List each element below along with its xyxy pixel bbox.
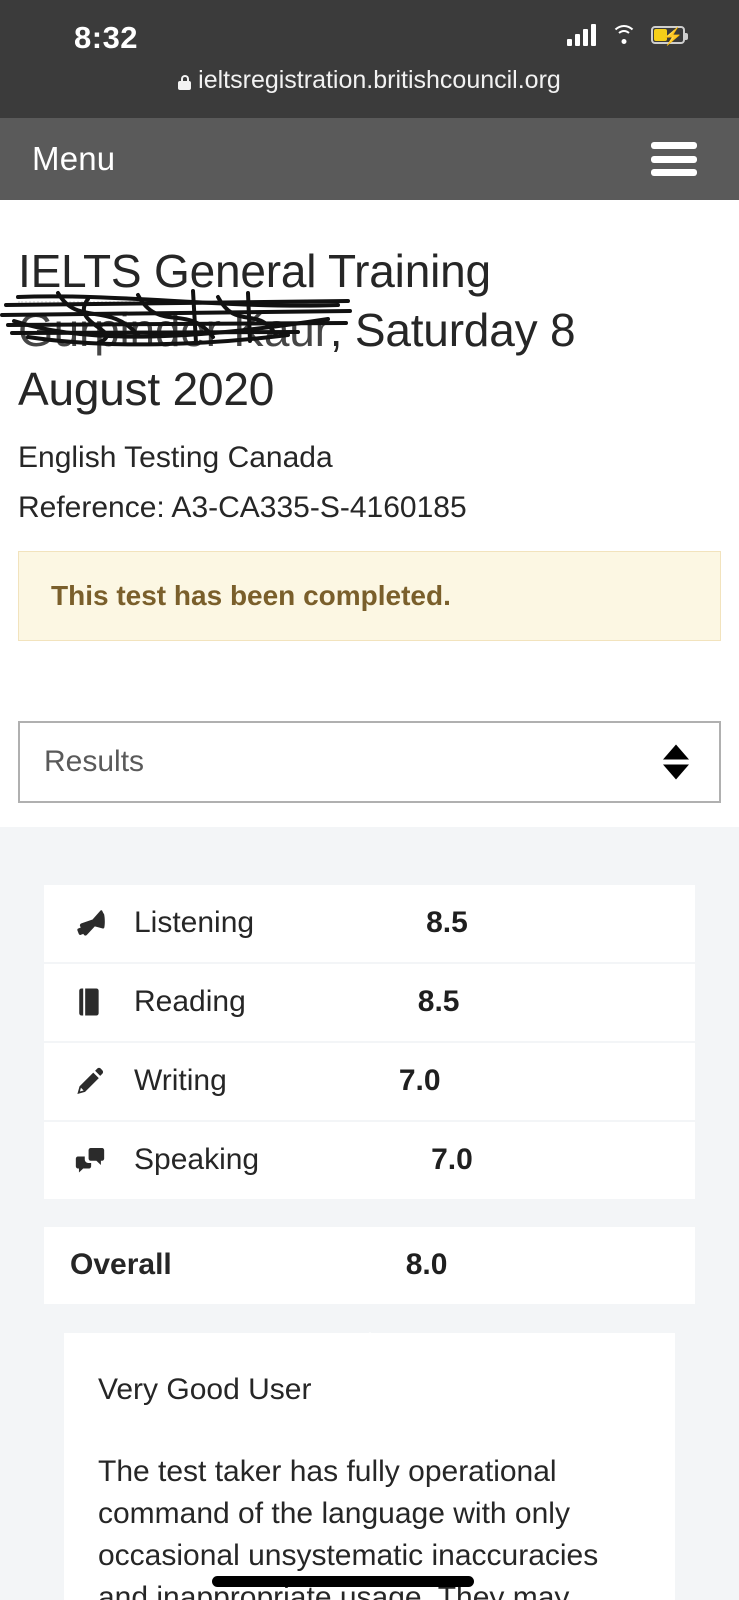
overall-label: Overall <box>70 1248 172 1282</box>
overall-value: 8.0 <box>405 1248 448 1282</box>
page-title-line1: IELTS General Training <box>18 245 491 297</box>
wifi-icon <box>610 25 637 45</box>
score-value: 8.5 <box>417 985 460 1019</box>
battery-charging-icon: ⚡ <box>651 26 688 46</box>
score-value: 8.5 <box>426 906 468 940</box>
hamburger-menu-icon[interactable] <box>651 142 697 176</box>
score-list: Listening 8.5 Reading 8.5 Writing 7.0 Sp… <box>44 884 695 1304</box>
test-centre: English Testing Canada <box>18 440 333 474</box>
callout-body: Very Good User The test taker has fully … <box>64 1331 675 1600</box>
table-row: Writing 7.0 <box>44 1042 695 1120</box>
address-bar[interactable]: ieltsregistration.britishcouncil.org <box>0 66 739 95</box>
score-label: Speaking <box>134 1143 260 1177</box>
app-menu-bar: Menu <box>0 118 739 200</box>
overall-row: Overall 8.0 <box>44 1226 695 1304</box>
results-select-wrapper[interactable]: Results <box>18 720 721 803</box>
page-content: IELTS General Training Gurpinder Kaur , … <box>0 200 739 803</box>
table-row: Reading 8.5 <box>44 963 695 1041</box>
results-select[interactable]: Results <box>18 720 721 803</box>
score-value: 7.0 <box>398 1064 441 1098</box>
megaphone-icon <box>72 906 134 940</box>
score-label: Reading <box>134 985 246 1019</box>
status-time: 8:32 <box>74 20 139 55</box>
cellular-signal-icon <box>567 24 596 46</box>
table-row: Listening 8.5 <box>44 884 695 962</box>
status-alert: This test has been completed. <box>18 550 721 641</box>
black-redaction-bar <box>212 1575 474 1587</box>
table-row: Speaking 7.0 <box>44 1121 695 1199</box>
results-select-value: Results <box>44 744 145 778</box>
book-icon <box>72 985 134 1019</box>
status-bar: 8:32 ⚡ ieltsregistration.britishcouncil.… <box>0 0 739 118</box>
callout-arrow-icon <box>333 1331 406 1362</box>
url-text: ieltsregistration.britishcouncil.org <box>198 66 561 94</box>
callout-heading: Very Good User <box>98 1372 312 1406</box>
score-label: Listening <box>134 906 255 940</box>
phone-screen: 8:32 ⚡ ieltsregistration.britishcouncil.… <box>0 0 739 1600</box>
menu-label[interactable]: Menu <box>32 140 115 178</box>
page-title: IELTS General Training Gurpinder Kaur , … <box>0 200 721 419</box>
stepper-arrows-icon[interactable] <box>663 744 689 780</box>
results-panel: Listening 8.5 Reading 8.5 Writing 7.0 Sp… <box>0 826 739 1600</box>
speech-bubbles-icon <box>72 1143 134 1177</box>
status-icons: ⚡ <box>567 24 688 46</box>
score-value: 7.0 <box>431 1143 473 1177</box>
dashed-divider <box>18 300 330 303</box>
score-label: Writing <box>134 1064 227 1098</box>
lock-icon <box>178 75 192 90</box>
pencil-icon <box>72 1064 134 1098</box>
band-descriptor-callout: Very Good User The test taker has fully … <box>64 1331 675 1600</box>
redacted-candidate-name: Gurpinder Kaur <box>0 288 352 360</box>
booking-reference: Reference: A3-CA335-S-4160185 <box>18 490 467 524</box>
